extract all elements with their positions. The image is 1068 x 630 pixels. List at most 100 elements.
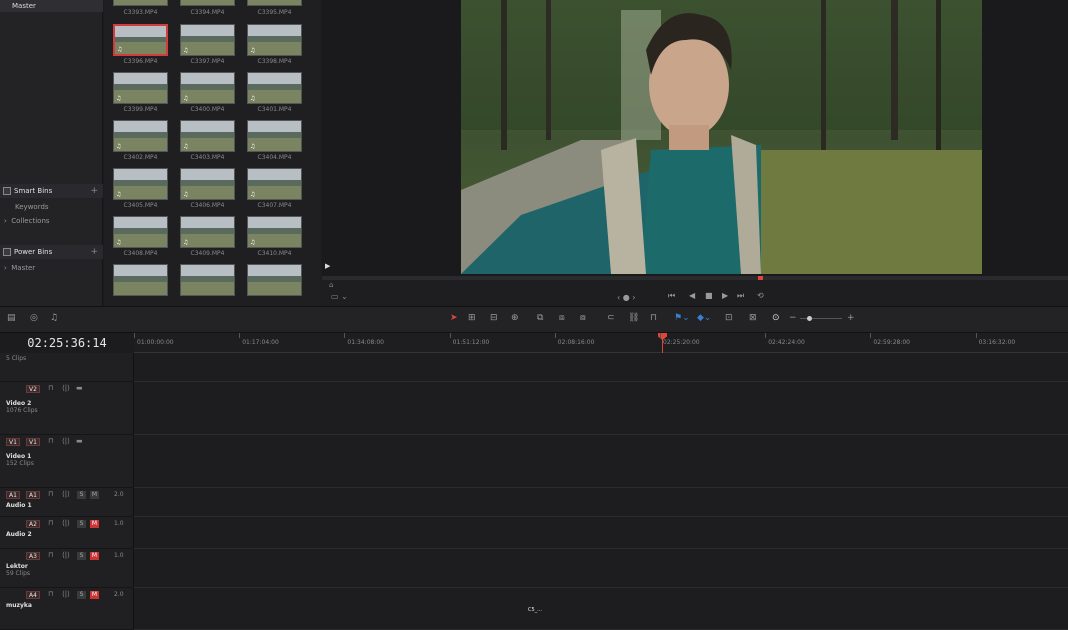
track-id-tag[interactable]: V1 bbox=[26, 438, 40, 446]
clip-thumbnail[interactable]: ♫ bbox=[180, 72, 235, 104]
clip-thumbnail[interactable]: ♫ bbox=[113, 72, 168, 104]
track-id-tag[interactable]: V2 bbox=[26, 385, 40, 393]
jog-control[interactable]: ‹ ● › bbox=[617, 293, 635, 302]
viewer-options-icon[interactable]: ▶ bbox=[325, 262, 330, 270]
solo-button[interactable]: S bbox=[77, 591, 86, 599]
clip-thumbnail[interactable]: ♫ bbox=[247, 72, 302, 104]
clip-thumbnail[interactable] bbox=[247, 0, 302, 6]
replace-clip-icon[interactable]: ⧇ bbox=[580, 313, 586, 323]
auto-select-icon[interactable]: ⟨|⟩ bbox=[62, 590, 70, 598]
marker-icon[interactable]: ◆⌄ bbox=[697, 313, 711, 323]
trim-tool-icon[interactable]: ⊞ bbox=[468, 313, 476, 323]
linked-selection-icon[interactable]: ⛓ bbox=[628, 313, 639, 323]
lock-track-icon[interactable]: ⊓ bbox=[48, 590, 53, 598]
track-id-tag[interactable]: A1 bbox=[26, 491, 40, 499]
track-lane[interactable] bbox=[134, 435, 1068, 488]
smart-bins-header[interactable]: Smart Bins + bbox=[0, 184, 103, 198]
lock-track-icon[interactable]: ⊓ bbox=[48, 551, 53, 559]
mute-button[interactable]: M bbox=[90, 520, 99, 528]
zoom-in-icon[interactable]: + bbox=[847, 313, 855, 323]
clip-name: C3409.MP4 bbox=[190, 250, 225, 257]
selection-tool-icon[interactable]: ➤ bbox=[450, 313, 458, 323]
loop-icon[interactable]: ⟲ bbox=[757, 291, 764, 300]
track-id-tag[interactable]: A4 bbox=[26, 591, 40, 599]
clip-thumbnail[interactable]: ♫ bbox=[247, 216, 302, 248]
track-lane[interactable] bbox=[134, 488, 1068, 517]
solo-button[interactable]: S bbox=[77, 491, 86, 499]
track-lane[interactable] bbox=[134, 382, 1068, 435]
clip-thumbnail[interactable]: ♫ bbox=[113, 120, 168, 152]
source-track-tag[interactable]: A1 bbox=[6, 491, 20, 499]
play-reverse-icon[interactable]: ◀ bbox=[689, 291, 695, 300]
timeline-timecode[interactable]: 02:25:36:14 bbox=[0, 333, 134, 353]
mute-button[interactable]: M bbox=[90, 591, 99, 599]
track-display-icon[interactable]: ▬ bbox=[76, 384, 83, 392]
track-id-tag[interactable]: A2 bbox=[26, 520, 40, 528]
clip-thumbnail[interactable]: ♫ bbox=[247, 120, 302, 152]
flag-icon[interactable]: ⚑⌄ bbox=[674, 313, 690, 323]
audio-scrub-icon[interactable]: ⌂ bbox=[329, 281, 333, 289]
lock-track-icon[interactable]: ⊓ bbox=[48, 384, 53, 392]
skip-end-icon[interactable]: ⏭ bbox=[737, 291, 744, 301]
detail-zoom-icon[interactable]: ⊠ bbox=[749, 313, 757, 323]
track-display-icon[interactable]: ▬ bbox=[76, 437, 83, 445]
clip-thumbnail[interactable]: ♫ bbox=[180, 168, 235, 200]
bin-master[interactable]: Master bbox=[0, 0, 103, 12]
clip-thumbnail[interactable]: ♫ bbox=[247, 24, 302, 56]
auto-select-icon[interactable]: ⟨|⟩ bbox=[62, 551, 70, 559]
microphone-icon[interactable]: ♫ bbox=[50, 313, 58, 323]
custom-zoom-icon[interactable]: ⊙ bbox=[772, 313, 780, 323]
clip-thumbnail[interactable]: ♫ bbox=[180, 216, 235, 248]
insert-clip-icon[interactable]: ⧉ bbox=[537, 313, 543, 323]
dynamic-trim-icon[interactable]: ⊟ bbox=[490, 313, 498, 323]
auto-select-icon[interactable]: ⟨|⟩ bbox=[62, 490, 70, 498]
mute-button[interactable]: M bbox=[90, 552, 99, 560]
selfie-frame-image bbox=[461, 0, 982, 274]
source-track-tag[interactable]: V1 bbox=[6, 438, 20, 446]
power-bins-header[interactable]: Power Bins + bbox=[0, 245, 103, 259]
auto-select-icon[interactable]: ⟨|⟩ bbox=[62, 519, 70, 527]
track-lane[interactable] bbox=[134, 353, 1068, 382]
lock-icon[interactable]: ⊓ bbox=[650, 313, 657, 323]
mute-button[interactable]: M bbox=[90, 491, 99, 499]
auto-select-icon[interactable]: ⟨|⟩ bbox=[62, 437, 70, 445]
clip-thumbnail[interactable] bbox=[247, 264, 302, 296]
snapping-icon[interactable]: ⊂ bbox=[607, 313, 615, 323]
clip-thumbnail[interactable]: ♫ bbox=[113, 168, 168, 200]
clip-thumbnail[interactable] bbox=[113, 264, 168, 296]
clip-thumbnail[interactable] bbox=[113, 0, 168, 6]
auto-select-icon[interactable]: ⟨|⟩ bbox=[62, 384, 70, 392]
clip-thumbnail[interactable] bbox=[180, 0, 235, 6]
blade-tool-icon[interactable]: ⊕ bbox=[511, 313, 519, 323]
lock-track-icon[interactable]: ⊓ bbox=[48, 490, 53, 498]
overwrite-clip-icon[interactable]: ⧈ bbox=[559, 313, 565, 323]
full-extent-zoom-icon[interactable]: ⊡ bbox=[725, 313, 733, 323]
zoom-slider-handle[interactable] bbox=[807, 316, 812, 321]
solo-button[interactable]: S bbox=[77, 552, 86, 560]
track-lane[interactable] bbox=[134, 549, 1068, 588]
audio-waveform-icon[interactable]: ◎ bbox=[30, 313, 38, 323]
clip-thumbnail[interactable] bbox=[180, 264, 235, 296]
add-power-bin-icon[interactable]: + bbox=[90, 245, 98, 259]
timeline-view-options-icon[interactable]: ▤ bbox=[7, 313, 16, 323]
lock-track-icon[interactable]: ⊓ bbox=[48, 437, 53, 445]
play-icon[interactable]: ▶ bbox=[722, 291, 728, 300]
track-lane[interactable] bbox=[134, 588, 1068, 630]
clip-thumbnail[interactable]: ♫ bbox=[113, 216, 168, 248]
zoom-out-icon[interactable]: − bbox=[789, 313, 797, 323]
skip-start-icon[interactable]: ⏮ bbox=[668, 291, 675, 301]
lock-track-icon[interactable]: ⊓ bbox=[48, 519, 53, 527]
clip-thumbnail[interactable]: ♫ bbox=[113, 24, 168, 56]
track-lane[interactable] bbox=[134, 517, 1068, 549]
clip-thumbnail[interactable]: ♫ bbox=[180, 120, 235, 152]
clip-thumbnail[interactable]: ♫ bbox=[247, 168, 302, 200]
track-id-tag[interactable]: A3 bbox=[26, 552, 40, 560]
smart-bin-keywords[interactable]: Keywords bbox=[0, 201, 103, 213]
power-bin-master[interactable]: › Master bbox=[0, 262, 103, 274]
add-smart-bin-icon[interactable]: + bbox=[90, 184, 98, 198]
solo-button[interactable]: S bbox=[77, 520, 86, 528]
smart-bin-collections[interactable]: › Collections bbox=[0, 215, 103, 227]
stop-icon[interactable]: ■ bbox=[705, 291, 713, 300]
zoom-frame-icon[interactable]: ▭ ⌄ bbox=[331, 292, 348, 301]
clip-thumbnail[interactable]: ♫ bbox=[180, 24, 235, 56]
